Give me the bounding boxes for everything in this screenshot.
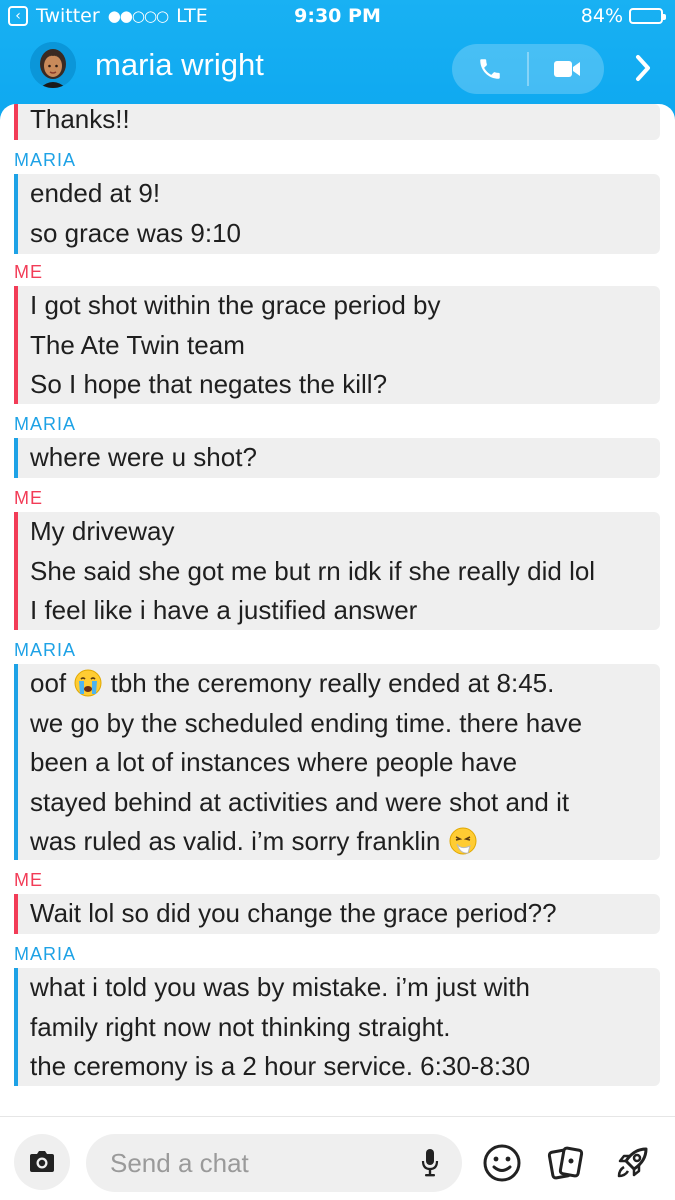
status-right: 84% <box>580 5 666 27</box>
sender-color-bar <box>14 512 18 630</box>
sender-label: MARIA <box>14 150 77 170</box>
message-line: so grace was 9:10 <box>30 217 242 248</box>
sender-label: MARIA <box>14 414 77 434</box>
sender-color-bar <box>14 174 18 254</box>
message-line: Thanks!! <box>30 104 130 134</box>
smiley-icon <box>483 1144 521 1182</box>
mic-button[interactable] <box>420 1147 440 1183</box>
message-line: She said she got me but rn idk if she re… <box>30 555 596 586</box>
message-bubble: what i told you was by mistake. i’m just… <box>14 968 660 1086</box>
video-call-button[interactable] <box>529 44 604 94</box>
message-bubble: Wait lol so did you change the grace per… <box>14 894 660 934</box>
message-text: oof <box>30 668 67 698</box>
message-text: tbh the ceremony really ended at 8:45. <box>110 668 555 698</box>
message-line: The Ate Twin team <box>30 329 245 360</box>
sender-label: ME <box>14 262 43 282</box>
message-line: Wait lol so did you change the grace per… <box>30 898 557 928</box>
camera-button[interactable] <box>14 1134 70 1190</box>
message-line: So I hope that negates the kill? <box>30 369 388 399</box>
stickers-button[interactable] <box>478 1139 526 1187</box>
message-line: where were u shot? <box>30 442 257 472</box>
message-line: been a lot of instances where people hav… <box>30 747 518 777</box>
sender-color-bar <box>14 286 18 404</box>
sender-label: ME <box>14 488 43 508</box>
camera-icon <box>30 1151 54 1172</box>
games-button[interactable] <box>608 1139 656 1187</box>
rocket-icon <box>617 1147 648 1178</box>
message-bubble: oof tbh the ceremony really ended at 8:4… <box>14 664 660 860</box>
message-line: we go by the scheduled ending time. ther… <box>30 707 583 738</box>
sender-color-bar <box>14 968 18 1086</box>
message-line: family right now not thinking straight. <box>30 1011 451 1042</box>
mic-icon <box>421 1149 439 1177</box>
chat-input-placeholder[interactable]: Send a chat <box>110 1148 249 1179</box>
message-line: was ruled as valid. i’m sorry franklin <box>30 822 660 862</box>
cards-icon <box>547 1146 584 1180</box>
battery-icon <box>629 8 666 24</box>
sender-color-bar <box>14 104 18 140</box>
message-line: oof tbh the ceremony really ended at 8:4… <box>30 664 660 704</box>
chat-input[interactable]: Send a chat <box>86 1134 462 1192</box>
contact-name[interactable]: maria wright <box>95 47 264 83</box>
voice-call-button[interactable] <box>452 44 527 94</box>
phone-icon <box>479 59 500 79</box>
sender-label: MARIA <box>14 944 77 964</box>
sender-color-bar <box>14 894 18 934</box>
message-line: stayed behind at activities and were sho… <box>30 786 570 817</box>
message-bubble: where were u shot? <box>14 438 660 478</box>
message-bubble: ended at 9! so grace was 9:10 <box>14 174 660 254</box>
status-bar: ‹ Twitter ●●○○○ LTE 9:30 PM 84% <box>0 0 675 34</box>
battery-percent: 84% <box>580 5 623 27</box>
message-bubble: My driveway She said she got me but rn i… <box>14 512 660 630</box>
message-line: the ceremony is a 2 hour service. 6:30-8… <box>30 1051 531 1081</box>
sender-label: MARIA <box>14 640 77 660</box>
message-line: My driveway <box>30 516 175 546</box>
message-line: ended at 9! <box>30 178 161 208</box>
chat-thread[interactable]: Thanks!! MARIA ended at 9! so grace was … <box>0 104 675 1116</box>
chevron-right-icon <box>636 55 650 81</box>
next-chat-button[interactable] <box>626 50 660 86</box>
video-icon <box>553 61 580 77</box>
crying-face-emoji-icon <box>74 669 102 697</box>
sender-color-bar <box>14 438 18 478</box>
message-text: was ruled as valid. i’m sorry franklin <box>30 826 441 856</box>
memories-button[interactable] <box>542 1139 590 1187</box>
sender-color-bar <box>14 664 18 860</box>
message-bubble: I got shot within the grace period by Th… <box>14 286 660 404</box>
message-line: I got shot within the grace period by <box>30 290 441 320</box>
avatar[interactable] <box>30 42 76 88</box>
message-line: what i told you was by mistake. i’m just… <box>30 972 530 1002</box>
message-line: I feel like i have a justified answer <box>30 595 418 625</box>
chat-composer: Send a chat <box>0 1116 675 1200</box>
status-time: 9:30 PM <box>294 5 381 27</box>
sender-label: ME <box>14 870 43 890</box>
message-bubble: Thanks!! <box>14 104 660 140</box>
call-buttons <box>452 44 604 94</box>
chat-header: ‹ Twitter ●●○○○ LTE 9:30 PM 84% maria wr… <box>0 0 675 120</box>
sneezing-face-emoji-icon <box>449 827 477 855</box>
